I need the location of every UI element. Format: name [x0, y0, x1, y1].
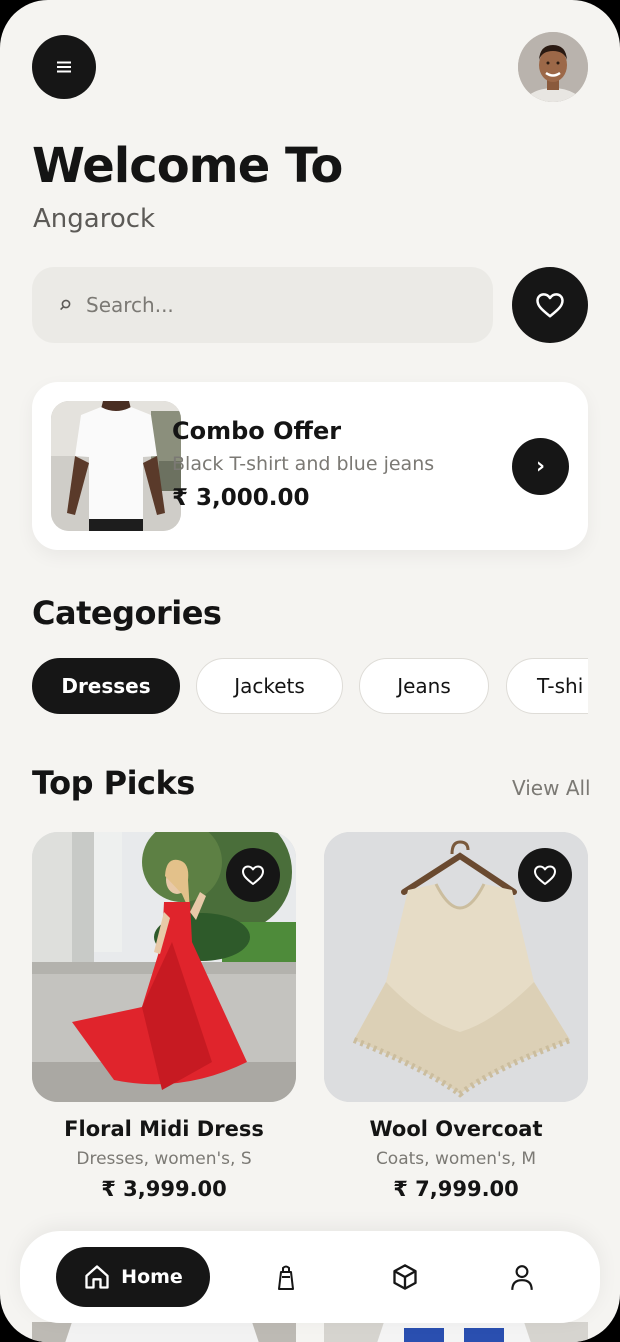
page-title: Welcome To	[32, 138, 343, 194]
favorites-button[interactable]	[512, 267, 588, 343]
menu-icon	[57, 61, 71, 73]
nav-orders-button[interactable]	[389, 1261, 421, 1293]
user-icon	[511, 1265, 533, 1290]
avatar-image	[518, 32, 588, 102]
category-chip-dresses[interactable]: Dresses	[32, 658, 180, 714]
nav-home-button[interactable]: Home	[56, 1247, 210, 1307]
page-subtitle: Angarock	[33, 204, 156, 234]
nav-shop-button[interactable]	[270, 1261, 302, 1293]
top-picks-title: Top Picks	[32, 764, 195, 802]
combo-offer-title: Combo Offer	[172, 417, 342, 445]
view-all-link[interactable]: View All	[512, 776, 591, 800]
category-chip-tshirts[interactable]: T-shi	[506, 658, 588, 714]
combo-offer-image	[51, 401, 181, 531]
category-list: Dresses Jackets Jeans T-shi	[32, 658, 588, 718]
product-card-image-peek	[32, 1322, 296, 1342]
product-name[interactable]: Wool Overcoat	[324, 1117, 588, 1141]
search-bar[interactable]	[32, 267, 493, 343]
combo-offer-open-button[interactable]: ›	[512, 438, 569, 495]
search-input[interactable]	[84, 292, 468, 318]
heart-icon	[534, 865, 556, 885]
category-chip-jeans[interactable]: Jeans	[359, 658, 489, 714]
product-price: ₹ 7,999.00	[393, 1177, 519, 1201]
combo-offer-description: Black T-shirt and blue jeans	[172, 453, 435, 475]
product-favorite-button[interactable]	[518, 848, 572, 902]
product-meta: Dresses, women's, S	[76, 1149, 252, 1169]
product-favorite-button[interactable]	[226, 848, 280, 902]
search-icon	[58, 295, 78, 315]
home-icon	[85, 1265, 109, 1289]
heart-icon	[536, 293, 564, 318]
combo-offer-price: ₹ 3,000.00	[172, 485, 310, 511]
product-card-image[interactable]	[324, 832, 588, 1102]
menu-button[interactable]	[32, 35, 96, 99]
chevron-right-icon: ›	[535, 454, 546, 479]
shopping-bag-icon	[278, 1265, 294, 1290]
heart-icon	[242, 865, 264, 885]
nav-profile-button[interactable]	[506, 1261, 538, 1293]
avatar[interactable]	[518, 32, 588, 102]
app-screen: Welcome To Angarock Search... Combo Offe…	[0, 0, 620, 1342]
product-price: ₹ 3,999.00	[101, 1177, 227, 1201]
bottom-navigation: Home	[20, 1231, 600, 1323]
nav-home-label: Home	[121, 1266, 183, 1288]
product-meta: Coats, women's, M	[375, 1149, 537, 1169]
categories-title: Categories	[32, 594, 222, 632]
category-chip-jackets[interactable]: Jackets	[196, 658, 343, 714]
product-card-image[interactable]	[32, 832, 296, 1102]
product-card-image-peek	[324, 1322, 588, 1342]
product-name[interactable]: Floral Midi Dress	[32, 1117, 296, 1141]
box-icon	[393, 1264, 417, 1290]
